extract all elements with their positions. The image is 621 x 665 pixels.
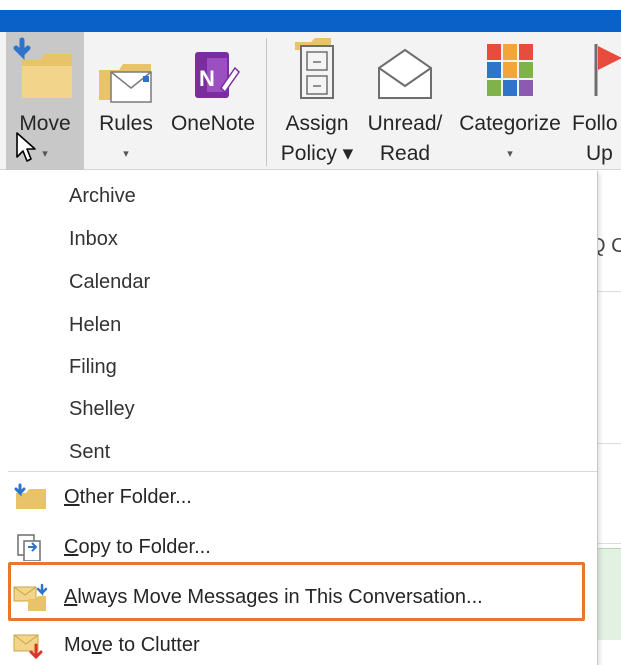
label-rest: lways Move Messages in This Conversation… xyxy=(77,586,483,608)
folder-item-sent[interactable]: Sent xyxy=(69,431,469,473)
svg-text:N: N xyxy=(199,66,215,91)
folder-item-helen[interactable]: Helen xyxy=(69,304,469,346)
move-to-clutter-item[interactable]: Move to Clutter xyxy=(0,623,597,665)
folder-arrow-icon xyxy=(14,483,46,509)
mnemonic: C xyxy=(64,536,79,558)
follow-label: Follo xyxy=(572,112,618,135)
list-divider xyxy=(598,543,621,544)
flag-icon xyxy=(594,44,621,96)
title-bar-accent xyxy=(0,10,621,32)
assign-policy-button[interactable]: Assign Policy ▾ xyxy=(278,32,356,170)
open-envelope-icon xyxy=(378,48,432,99)
mnemonic: v xyxy=(91,634,102,656)
unread-label: Unread/ xyxy=(367,112,443,135)
list-divider xyxy=(598,443,621,444)
onenote-label: OneNote xyxy=(170,112,256,135)
rules-caret: ▾ xyxy=(123,148,129,160)
categorize-caret: ▾ xyxy=(507,148,513,160)
copy-folder-icon xyxy=(17,534,41,561)
envelope-move-icon xyxy=(13,583,48,611)
copy-to-folder-label: Copy to Folder... xyxy=(64,525,211,569)
categorize-label: Categorize xyxy=(459,112,561,135)
folder-item-shelley[interactable]: Shelley xyxy=(69,388,469,430)
folder-item-archive[interactable]: Archive xyxy=(69,175,469,217)
rules-envelope-icon xyxy=(99,64,152,103)
follow-up-button[interactable]: Follo Up xyxy=(570,32,621,170)
ribbon-toolbar: Move ▾ Rules ▾ N OneNote Assign Policy ▾… xyxy=(0,32,621,170)
selected-message-row[interactable] xyxy=(598,548,621,640)
folder-item-filing[interactable]: Filing xyxy=(69,346,469,388)
move-to-clutter-label: Move to Clutter xyxy=(64,623,200,665)
mnemonic: A xyxy=(64,586,78,608)
list-divider xyxy=(598,291,621,292)
categorize-grid-icon xyxy=(487,44,533,96)
label-rest: ther Folder... xyxy=(79,486,192,508)
ribbon-separator xyxy=(266,38,267,166)
folder-item-inbox[interactable]: Inbox xyxy=(69,218,469,260)
read-label: Read xyxy=(379,142,431,165)
policy-label: Policy ▾ xyxy=(280,142,354,165)
rules-label: Rules xyxy=(99,112,153,135)
assign-label: Assign xyxy=(285,112,349,135)
other-folder-label: Other Folder... xyxy=(64,475,192,519)
clutter-envelope-icon xyxy=(13,634,43,660)
categorize-button[interactable]: Categorize ▾ xyxy=(452,32,568,170)
other-folder-item[interactable]: Other Folder... xyxy=(0,475,597,519)
copy-to-folder-item[interactable]: Copy to Folder... xyxy=(0,525,597,569)
label-rest: opy to Folder... xyxy=(78,536,211,558)
folder-item-calendar[interactable]: Calendar xyxy=(69,261,469,303)
mouse-pointer-icon xyxy=(16,132,36,162)
menu-divider xyxy=(8,471,597,472)
up-label: Up xyxy=(586,142,613,165)
unread-read-button[interactable]: Unread/ Read xyxy=(360,32,450,170)
move-dropdown-menu: Archive Inbox Calendar Helen Filing Shel… xyxy=(0,171,598,665)
rules-button[interactable]: Rules ▾ xyxy=(90,32,162,170)
onenote-button[interactable]: N OneNote xyxy=(164,32,262,170)
label-pre: Mo xyxy=(64,634,92,656)
title-bar xyxy=(0,0,621,32)
move-folder-icon xyxy=(13,37,72,98)
mnemonic: O xyxy=(64,486,80,508)
label-rest: e to Clutter xyxy=(101,634,200,656)
cabinet-icon xyxy=(295,38,334,99)
onenote-icon: N xyxy=(195,52,240,98)
always-move-messages-item[interactable]: Always Move Messages in This Conversatio… xyxy=(0,575,597,619)
always-move-messages-label: Always Move Messages in This Conversatio… xyxy=(64,575,483,619)
